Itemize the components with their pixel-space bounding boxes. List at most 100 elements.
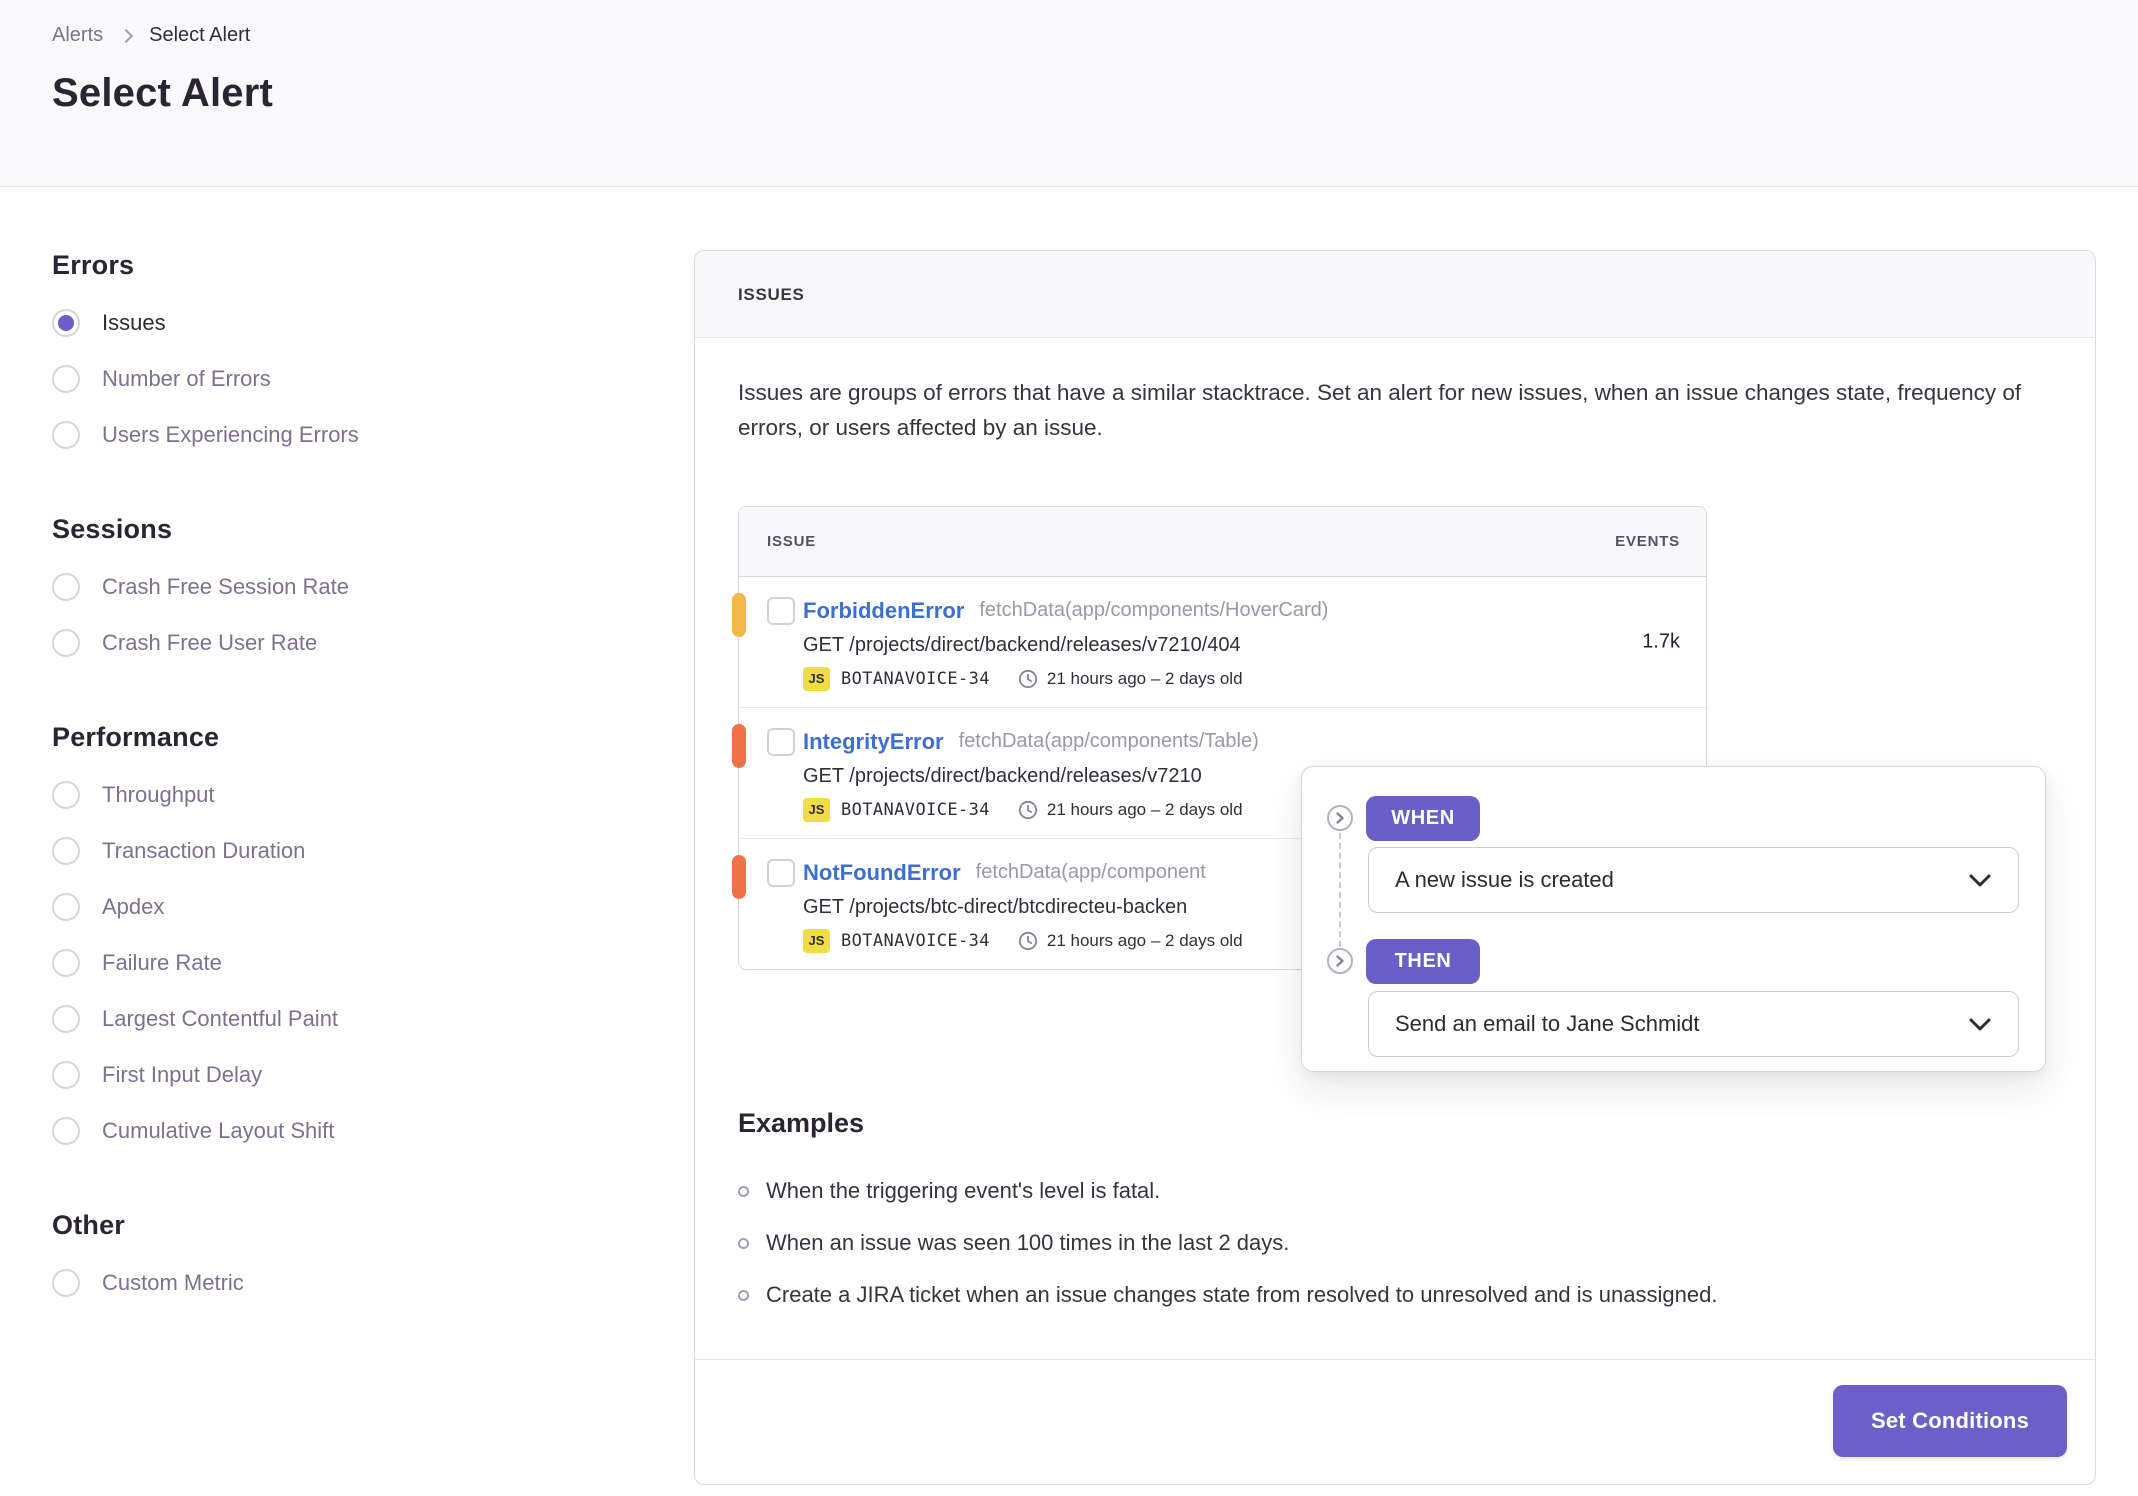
radio-users-experiencing-errors[interactable]: Users Experiencing Errors xyxy=(52,420,612,450)
radio-icon[interactable] xyxy=(52,421,80,449)
example-item: When an issue was seen 100 times in the … xyxy=(738,1229,2051,1257)
radio-icon[interactable] xyxy=(52,1005,80,1033)
section-performance: Performance Throughput Transaction Durat… xyxy=(52,722,612,1146)
example-text: Create a JIRA ticket when an issue chang… xyxy=(766,1281,1718,1307)
radio-issues[interactable]: Issues xyxy=(52,308,612,338)
section-title-other: Other xyxy=(52,1210,126,1240)
issue-short-id: BOTANAVOICE-34 xyxy=(841,668,990,689)
row-checkbox[interactable] xyxy=(767,727,795,756)
row-checkbox[interactable] xyxy=(767,858,795,887)
radio-label: First Input Delay xyxy=(102,1062,263,1087)
circle-chevron-right-icon xyxy=(1327,805,1353,831)
javascript-platform-icon: JS xyxy=(803,928,830,953)
level-indicator-bar xyxy=(732,592,746,637)
section-title-errors: Errors xyxy=(52,250,135,280)
radio-failure-rate[interactable]: Failure Rate xyxy=(52,948,612,978)
issue-culprit: fetchData(app/components/HoverCard) xyxy=(979,599,1329,622)
radio-label: Largest Contentful Paint xyxy=(102,1006,339,1031)
radio-largest-contentful-paint[interactable]: Largest Contentful Paint xyxy=(52,1004,612,1034)
issue-age: 21 hours ago – 2 days old xyxy=(1046,668,1243,688)
issue-title-link[interactable]: NotFoundError xyxy=(803,860,961,886)
alert-flow-overlay: WHEN A new issue is created THEN Send an… xyxy=(1301,766,2046,1072)
column-events: EVENTS xyxy=(1615,532,1680,550)
issue-title-link[interactable]: IntegrityError xyxy=(803,729,944,755)
when-condition-select[interactable]: A new issue is created xyxy=(1368,847,2019,913)
radio-label: Throughput xyxy=(102,782,215,807)
radio-icon[interactable] xyxy=(52,949,80,977)
page-title: Select Alert xyxy=(52,71,274,115)
radio-crash-free-session-rate[interactable]: Crash Free Session Rate xyxy=(52,572,612,602)
clock-icon xyxy=(1018,800,1038,820)
radio-icon[interactable] xyxy=(52,781,80,809)
panel-header: ISSUES xyxy=(695,251,2095,338)
radio-label: Users Experiencing Errors xyxy=(102,422,359,447)
then-action-value: Send an email to Jane Schmidt xyxy=(1395,1011,1700,1036)
radio-number-of-errors[interactable]: Number of Errors xyxy=(52,364,612,394)
radio-icon[interactable] xyxy=(52,1117,80,1145)
set-conditions-button[interactable]: Set Conditions xyxy=(1832,1385,2067,1457)
example-text: When an issue was seen 100 times in the … xyxy=(766,1229,1290,1255)
radio-icon[interactable] xyxy=(52,837,80,865)
section-errors: Errors Issues Number of Errors Users Exp… xyxy=(52,250,612,450)
radio-label: Custom Metric xyxy=(102,1270,244,1295)
events-count: 1.7k xyxy=(1642,630,1680,653)
chevron-right-icon xyxy=(119,28,134,43)
radio-cumulative-layout-shift[interactable]: Cumulative Layout Shift xyxy=(52,1116,612,1146)
issue-title-link[interactable]: ForbiddenError xyxy=(803,598,964,624)
radio-icon[interactable] xyxy=(52,1061,80,1089)
section-title-sessions: Sessions xyxy=(52,514,173,544)
radio-custom-metric[interactable]: Custom Metric xyxy=(52,1268,612,1298)
bullet-icon xyxy=(738,1289,749,1301)
level-indicator-bar xyxy=(732,854,746,899)
issues-panel: ISSUES Issues are groups of errors that … xyxy=(694,250,2096,1485)
radio-label: Crash Free Session Rate xyxy=(102,574,349,599)
clock-icon xyxy=(1018,931,1038,951)
section-title-performance: Performance xyxy=(52,722,220,752)
radio-icon[interactable] xyxy=(52,629,80,657)
radio-label: Number of Errors xyxy=(102,366,271,391)
alert-type-sidebar: Errors Issues Number of Errors Users Exp… xyxy=(52,250,612,1298)
section-other: Other Custom Metric xyxy=(52,1210,612,1298)
when-badge: WHEN xyxy=(1366,796,1480,841)
page-header: Alerts Select Alert Select Alert xyxy=(0,0,2138,187)
chevron-down-icon xyxy=(1968,1017,1992,1032)
issue-short-id: BOTANAVOICE-34 xyxy=(841,930,990,951)
when-condition-value: A new issue is created xyxy=(1395,867,1614,892)
example-text: When the triggering event's level is fat… xyxy=(766,1177,1161,1203)
chevron-down-icon xyxy=(1968,873,1992,888)
panel-description: Issues are groups of errors that have a … xyxy=(738,380,2022,440)
then-badge: THEN xyxy=(1366,939,1480,984)
radio-throughput[interactable]: Throughput xyxy=(52,780,612,810)
then-action-select[interactable]: Send an email to Jane Schmidt xyxy=(1368,991,2019,1057)
issue-age: 21 hours ago – 2 days old xyxy=(1046,799,1243,819)
bullet-icon xyxy=(738,1185,749,1197)
table-header: ISSUE EVENTS xyxy=(739,506,1706,577)
table-row: ForbiddenError fetchData(app/components/… xyxy=(732,577,1706,708)
radio-icon[interactable] xyxy=(52,573,80,601)
javascript-platform-icon: JS xyxy=(803,666,830,691)
radio-apdex[interactable]: Apdex xyxy=(52,892,612,922)
radio-crash-free-user-rate[interactable]: Crash Free User Rate xyxy=(52,628,612,658)
radio-label: Cumulative Layout Shift xyxy=(102,1118,335,1143)
examples-title: Examples xyxy=(738,1107,865,1138)
radio-icon[interactable] xyxy=(52,1269,80,1297)
radio-first-input-delay[interactable]: First Input Delay xyxy=(52,1060,612,1090)
radio-icon[interactable] xyxy=(52,365,80,393)
radio-icon[interactable] xyxy=(52,893,80,921)
radio-selected-icon[interactable] xyxy=(52,309,80,337)
row-checkbox[interactable] xyxy=(767,596,795,625)
panel-footer: Set Conditions xyxy=(695,1359,2095,1484)
section-sessions: Sessions Crash Free Session Rate Crash F… xyxy=(52,514,612,658)
radio-label: Transaction Duration xyxy=(102,838,306,863)
issue-transaction: GET /projects/direct/backend/releases/v7… xyxy=(803,633,1241,656)
clock-icon xyxy=(1018,669,1038,689)
radio-label: Crash Free User Rate xyxy=(102,630,318,655)
radio-transaction-duration[interactable]: Transaction Duration xyxy=(52,836,612,866)
issue-short-id: BOTANAVOICE-34 xyxy=(841,799,990,820)
circle-chevron-right-icon xyxy=(1327,948,1353,974)
example-item: Create a JIRA ticket when an issue chang… xyxy=(738,1281,2051,1309)
javascript-platform-icon: JS xyxy=(803,797,830,822)
breadcrumb: Alerts Select Alert xyxy=(52,24,2096,47)
breadcrumb-alerts-link[interactable]: Alerts xyxy=(52,24,103,47)
level-indicator-bar xyxy=(732,723,746,768)
